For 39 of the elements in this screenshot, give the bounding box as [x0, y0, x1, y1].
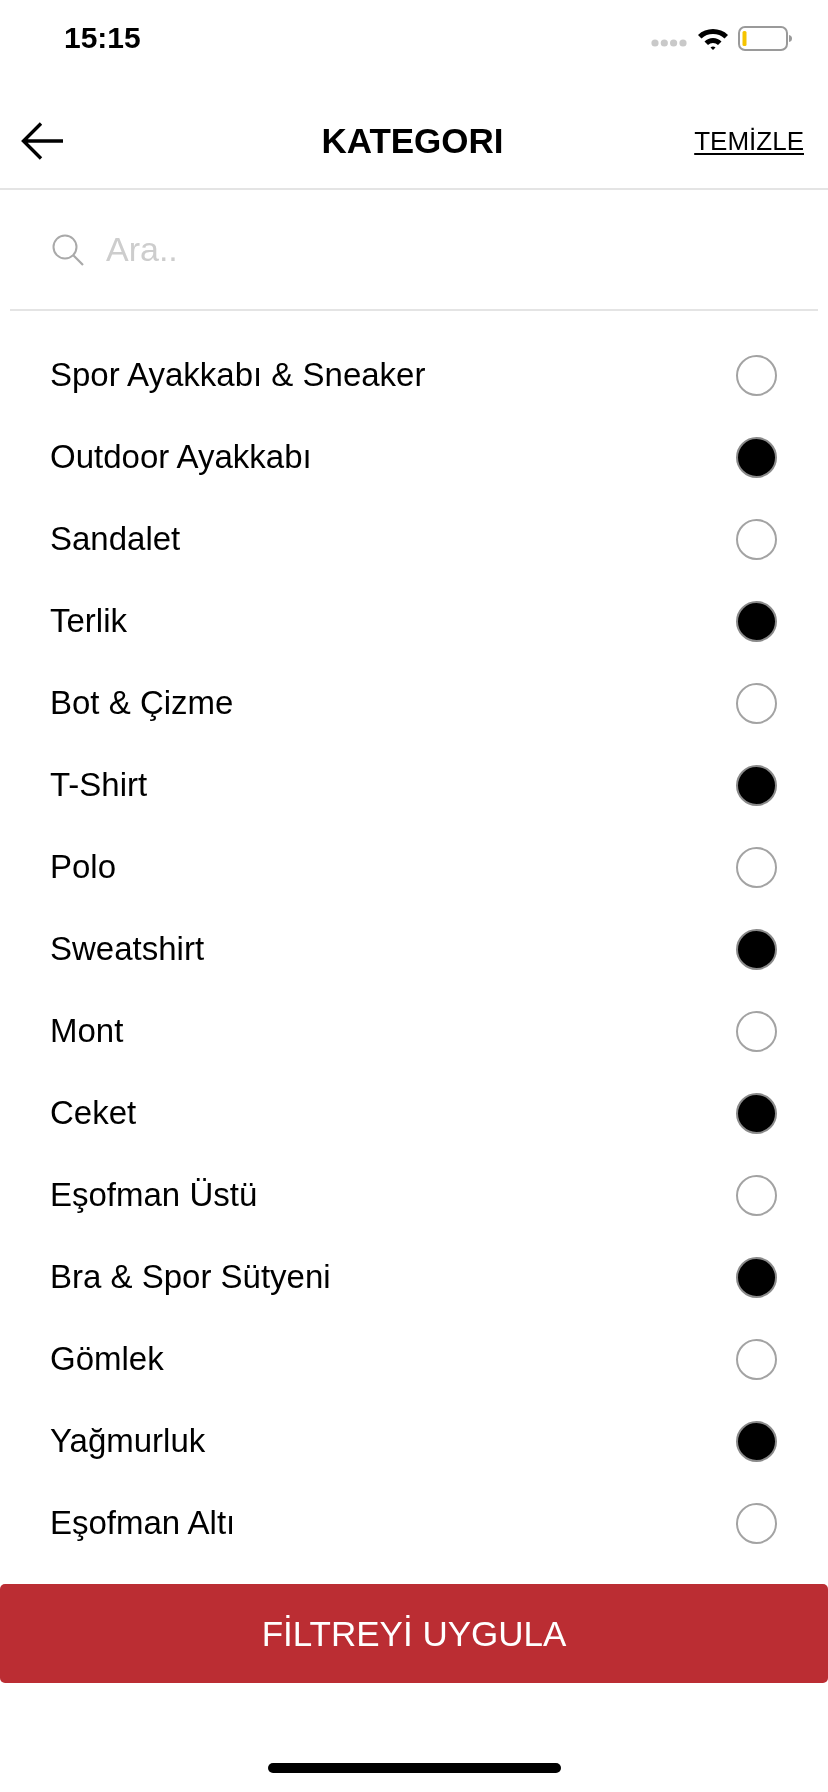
category-label[interactable]: Outdoor Ayakkabı: [50, 437, 312, 477]
radio-button[interactable]: [736, 1010, 777, 1052]
clear-link[interactable]: TEMİZLE: [694, 126, 804, 156]
radio-button[interactable]: [736, 1420, 777, 1462]
category-label[interactable]: Eşofman Altı: [50, 1503, 236, 1543]
radio-button[interactable]: [736, 1502, 777, 1544]
category-label[interactable]: Ceket: [50, 1093, 137, 1133]
battery-icon: [738, 25, 792, 51]
category-label[interactable]: Sandalet: [50, 519, 181, 559]
category-label[interactable]: Gömlek: [50, 1339, 164, 1379]
radio-button[interactable]: [736, 1174, 777, 1216]
radio-button[interactable]: [736, 1092, 777, 1134]
radio-button[interactable]: [736, 764, 777, 806]
category-label[interactable]: Sweatshirt: [50, 929, 205, 969]
radio-button[interactable]: [736, 682, 777, 724]
back-arrow-icon[interactable]: [21, 122, 63, 160]
category-label[interactable]: Mont: [50, 1011, 124, 1051]
category-label[interactable]: Terlik: [50, 601, 127, 641]
category-label[interactable]: Eşofman Üstü: [50, 1175, 258, 1215]
radio-button[interactable]: [736, 600, 777, 642]
category-label[interactable]: Bot & Çizme: [50, 683, 234, 723]
radio-button[interactable]: [736, 518, 777, 560]
status-time: 15:15: [64, 21, 141, 55]
radio-button[interactable]: [736, 928, 777, 970]
wifi-icon: [697, 26, 729, 50]
page-title: KATEGORI: [321, 121, 504, 161]
category-label[interactable]: Polo: [50, 847, 117, 887]
category-label[interactable]: Spor Ayakkabı & Sneaker: [50, 355, 426, 395]
category-label[interactable]: T-Shirt: [50, 765, 148, 805]
radio-button[interactable]: [736, 1256, 777, 1298]
radio-button[interactable]: [736, 846, 777, 888]
search-icon: [52, 233, 84, 266]
apply-filter-button[interactable]: FİLTREYİ UYGULA: [0, 1584, 828, 1683]
radio-button[interactable]: [736, 436, 777, 478]
category-label[interactable]: Yağmurluk: [50, 1421, 206, 1461]
radio-button[interactable]: [736, 354, 777, 396]
category-label[interactable]: Bra & Spor Sütyeni: [50, 1257, 331, 1297]
signal-icon: [651, 39, 687, 47]
radio-button[interactable]: [736, 1338, 777, 1380]
